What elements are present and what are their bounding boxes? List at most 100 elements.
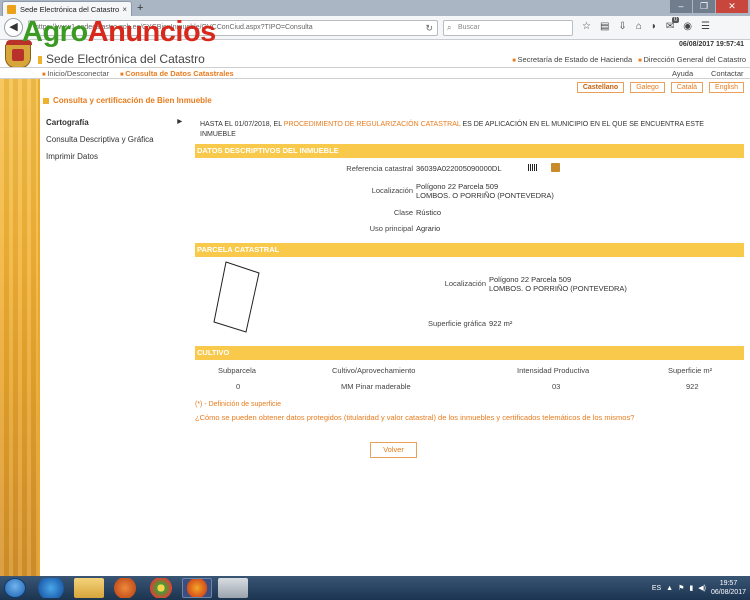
protected-data-link[interactable]: ¿Cómo se pueden obtener datos protegidos… <box>195 413 634 422</box>
col-superficie: Superficie m² <box>668 366 713 375</box>
show-hidden-icons-icon[interactable]: ▲ <box>666 585 673 592</box>
reload-icon[interactable]: ↻ <box>425 21 433 35</box>
parcel-loc-line1: Polígono 22 Parcela 509 <box>489 275 572 284</box>
agroanuncios-watermark-logo: AgroAnuncios <box>22 18 216 47</box>
lang-english-button[interactable]: English <box>709 82 744 93</box>
regularization-notice: HASTA EL 01/07/2018, EL PROCEDIMIENTO DE… <box>200 120 730 140</box>
menu-help-link[interactable]: Ayuda <box>672 69 693 78</box>
use-label: Uso principal <box>369 224 413 233</box>
search-icon: ⌕ <box>447 23 452 32</box>
bookmark-star-icon[interactable]: ☆ <box>582 21 591 32</box>
back-button-volver[interactable]: Volver <box>370 442 417 458</box>
loc-label: Localización <box>371 186 413 195</box>
sync-icon[interactable]: ◉ <box>683 21 692 32</box>
start-button[interactable] <box>4 578 26 598</box>
reading-list-icon[interactable]: ▤ <box>600 21 609 32</box>
browser-tab[interactable]: Sede Electrónica del Catastro × <box>2 1 132 16</box>
browser-tab-bar: Sede Electrónica del Catastro × + – ❐ ✕ <box>0 0 750 16</box>
section-header-crop: CULTIVO <box>195 346 744 360</box>
language-indicator[interactable]: ES <box>652 585 661 592</box>
menu-contact-link[interactable]: Contactar <box>711 69 744 78</box>
watermark-part1: Agro <box>22 16 88 48</box>
surface-definition-link[interactable]: (*) - Definición de superficie <box>195 401 281 408</box>
notice-text-before: HASTA EL 01/07/2018, EL <box>200 121 284 128</box>
media-player-icon[interactable] <box>110 578 140 598</box>
site-title: Sede Electrónica del Catastro <box>38 52 205 66</box>
ref-value: 36039A022005090000DL <box>416 164 502 173</box>
toolbar-icons: ☆ ▤ ⇩ ⌂ ◗ ✉ 0 ◉ ☰ <box>582 17 710 32</box>
loc-value: Polígono 22 Parcela 509 LOMBOS. O PORRIÑ… <box>416 182 554 200</box>
language-selector: Castellano Galego Català English <box>576 82 744 93</box>
lang-castellano-button[interactable]: Castellano <box>576 82 625 93</box>
sidebar-item-cartografia[interactable]: Cartografía ▶ <box>46 118 186 135</box>
barcode-icon[interactable] <box>528 164 538 171</box>
clock-time: 19:57 <box>719 580 738 587</box>
link-secretaria-hacienda[interactable]: Secretaría de Estado de Hacienda <box>512 55 632 64</box>
windows-taskbar: ES ▲ ⚑ ▮ ◀) 19:57 06/08/2017 <box>0 576 750 600</box>
snipping-tool-icon[interactable] <box>218 578 248 598</box>
catastro-favicon-icon <box>7 4 16 14</box>
lang-catala-button[interactable]: Català <box>670 82 704 93</box>
loc-line1: Polígono 22 Parcela 509 <box>416 182 499 191</box>
sidebar-item-imprimir[interactable]: Imprimir Datos <box>46 152 186 169</box>
minimize-button[interactable]: – <box>670 0 692 13</box>
col-cultivo: Cultivo/Aprovechamiento <box>332 366 416 375</box>
chevron-right-icon: ▶ <box>177 119 182 125</box>
link-direccion-catastro[interactable]: Dirección General del Catastro <box>638 55 746 64</box>
maximize-button[interactable]: ❐ <box>693 0 715 13</box>
parcel-loc-label: Localización <box>444 279 486 288</box>
clock[interactable]: 19:57 06/08/2017 <box>711 579 746 597</box>
crop-table-header: Subparcela Cultivo/Aprovechamiento Inten… <box>195 366 744 376</box>
sidebar-item-label: Consulta Descriptiva y Gráfica <box>46 135 154 144</box>
firefox-icon[interactable] <box>182 578 212 598</box>
home-icon[interactable]: ⌂ <box>636 21 642 32</box>
sidebar: Cartografía ▶ Consulta Descriptiva y Grá… <box>46 118 186 169</box>
class-label: Clase <box>393 208 413 217</box>
parcel-outline-graphic <box>213 261 260 333</box>
cell-intensidad: 03 <box>552 382 561 391</box>
map-locate-icon[interactable] <box>551 163 560 172</box>
internet-explorer-icon[interactable] <box>36 578 66 598</box>
cell-superficie: 922 <box>686 382 699 391</box>
menu-home-link[interactable]: Inicio/Desconectar <box>42 69 109 78</box>
tab-close-icon[interactable]: × <box>122 5 127 14</box>
cell-subparcela: 0 <box>236 382 241 391</box>
notifications-count: 0 <box>671 17 680 23</box>
decorative-side-strip <box>0 79 38 576</box>
search-input[interactable]: ⌕ Buscar <box>443 20 573 36</box>
ref-label: Referencia catastral <box>346 164 413 173</box>
new-tab-button[interactable]: + <box>137 2 143 14</box>
watermark-part2: Anuncios <box>87 16 217 48</box>
network-icon[interactable]: ▮ <box>689 584 693 592</box>
pocket-icon[interactable]: ◗ <box>651 21 657 32</box>
parcel-loc-line2: LOMBOS. O PORRIÑO (PONTEVEDRA) <box>489 284 627 293</box>
lang-galego-button[interactable]: Galego <box>630 82 665 93</box>
file-explorer-icon[interactable] <box>74 578 104 598</box>
surface-value: 922 m² <box>489 319 513 328</box>
window-controls: – ❐ ✕ <box>669 0 748 13</box>
use-value: Agrario <box>416 224 441 233</box>
loc-line2: LOMBOS. O PORRIÑO (PONTEVEDRA) <box>416 191 554 200</box>
hamburger-menu-icon[interactable]: ☰ <box>701 21 710 32</box>
volume-icon[interactable]: ◀) <box>698 584 706 592</box>
system-tray: ES ▲ ⚑ ▮ ◀) 19:57 06/08/2017 <box>652 579 746 597</box>
class-value: Rústico <box>416 208 442 217</box>
search-placeholder: Buscar <box>458 24 480 31</box>
notifications-icon[interactable]: ✉ 0 <box>666 17 680 32</box>
parcel-loc-value: Polígono 22 Parcela 509 LOMBOS. O PORRIÑ… <box>489 275 627 293</box>
tab-title: Sede Electrónica del Catastro <box>20 4 120 14</box>
table-row: 0 MM Pinar maderable 03 922 <box>195 382 744 392</box>
decorative-divider <box>38 79 40 576</box>
close-window-button[interactable]: ✕ <box>716 0 748 13</box>
sidebar-item-consulta[interactable]: Consulta Descriptiva y Gráfica <box>46 135 186 152</box>
site-menu-bar: Inicio/Desconectar Consulta de Datos Cat… <box>0 67 750 79</box>
download-icon[interactable]: ⇩ <box>618 21 626 32</box>
surface-label: Superficie gráfica <box>428 319 486 328</box>
clock-date: 06/08/2017 <box>710 589 746 596</box>
regularization-procedure-link[interactable]: PROCEDIMIENTO DE REGULARIZACIÓN CATASTRA… <box>284 121 461 128</box>
menu-current-link[interactable]: Consulta de Datos Catastrales <box>120 69 233 78</box>
back-button[interactable]: ◀ <box>4 18 23 37</box>
section-header-parcel: PARCELA CATASTRAL <box>195 243 744 257</box>
chrome-icon[interactable] <box>146 578 176 598</box>
flag-icon[interactable]: ⚑ <box>678 584 684 592</box>
